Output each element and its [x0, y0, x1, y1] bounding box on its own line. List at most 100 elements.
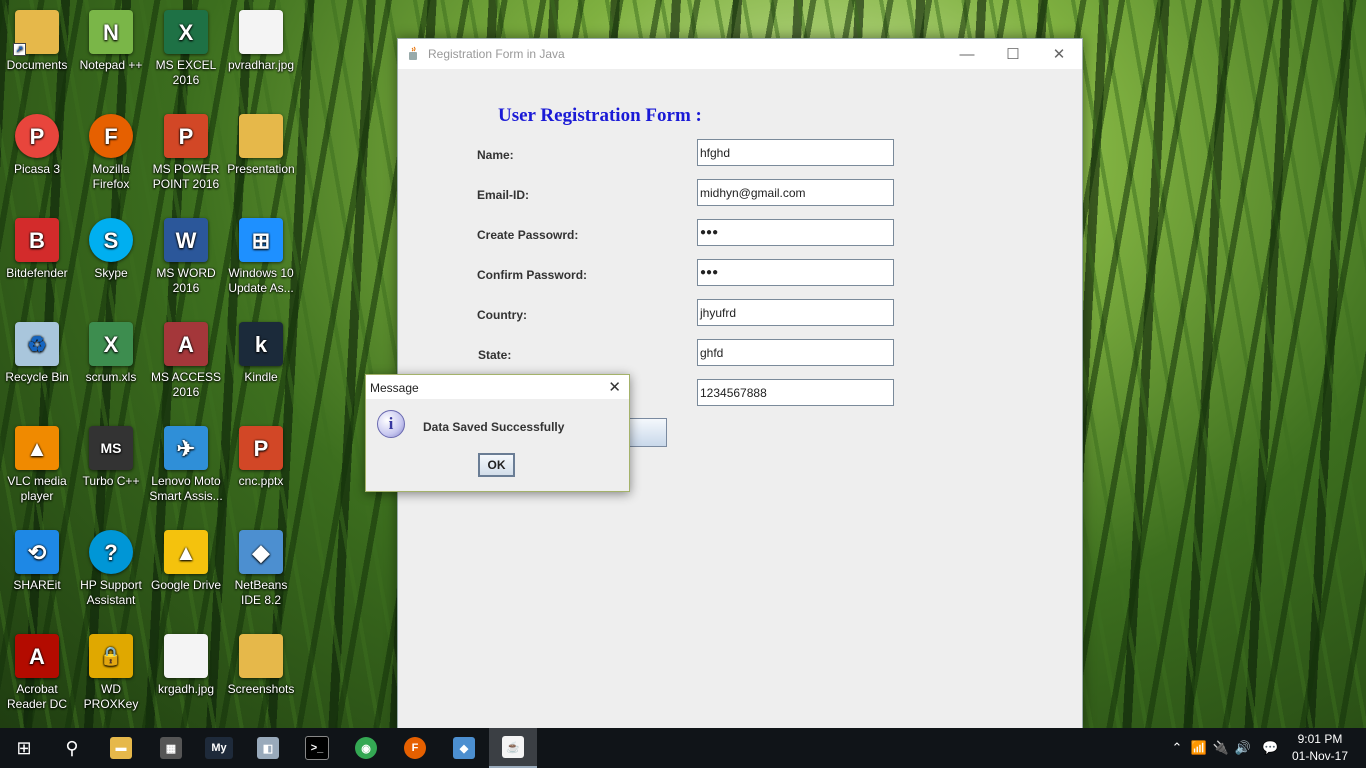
vlc-icon: ▲ [15, 426, 59, 470]
desktop-icon-netbeans[interactable]: ◆ NetBeans IDE 8.2 [223, 530, 299, 608]
desktop-icon-kindle[interactable]: k Kindle [223, 322, 299, 385]
name-field[interactable]: hfghd [697, 139, 894, 166]
desktop-icon-powerpoint[interactable]: P MS POWER POINT 2016 [148, 114, 224, 192]
kindle-icon: k [239, 322, 283, 366]
taskbar-netbeans[interactable]: ◆ [440, 728, 488, 768]
desktop-icon-screenshots[interactable]: Screenshots [223, 634, 299, 697]
netbeans-icon: ◆ [453, 737, 475, 759]
turbo-c-icon: MS [89, 426, 133, 470]
file-explorer-icon: ▬ [110, 737, 132, 759]
picasa-icon: P [15, 114, 59, 158]
recycle-bin-icon: ♻ [15, 322, 59, 366]
search-button[interactable]: ⚲ [48, 728, 96, 768]
folder-icon [239, 114, 283, 158]
image-file-icon [164, 634, 208, 678]
java-cup-icon: ☕ [502, 736, 524, 758]
volume-icon[interactable]: 🔊 [1232, 740, 1254, 756]
taskbar: ⊞ ⚲ ▬ ▦ My ◧ >_ ◉ F ◆ ☕ ⌃ 📶 🔌 🔊 💬 9:01 P… [0, 728, 1366, 768]
image-file-icon [239, 10, 283, 54]
powerpoint-icon: P [164, 114, 208, 158]
taskbar-command-prompt[interactable]: >_ [293, 728, 341, 768]
firefox-icon: F [404, 737, 426, 759]
state-label: State: [478, 348, 512, 362]
desktop-icon-presentation[interactable]: Presentation [223, 114, 299, 177]
desktop-icon-firefox[interactable]: F Mozilla Firefox [73, 114, 149, 192]
desktop-icon-cnc[interactable]: P cnc.pptx [223, 426, 299, 489]
dialog-message: Data Saved Successfully [423, 420, 565, 434]
system-tray: ⌃ 📶 🔌 🔊 [1166, 728, 1254, 768]
taskbar-java[interactable]: ☕ [489, 728, 537, 768]
state-field[interactable]: ghfd [697, 339, 894, 366]
netbeans-icon: ◆ [239, 530, 283, 574]
minimize-button[interactable]: — [944, 39, 990, 69]
desktop-icon-krgadh[interactable]: krgadh.jpg [148, 634, 224, 697]
chrome-icon: ◉ [355, 737, 377, 759]
clock[interactable]: 9:01 PM 01-Nov-17 [1292, 731, 1348, 765]
folder-icon: ↗ [13, 10, 59, 56]
country-label: Country: [477, 308, 527, 322]
clock-time: 9:01 PM [1297, 732, 1343, 746]
taskbar-app[interactable]: ◧ [244, 728, 292, 768]
name-label: Name: [477, 148, 514, 162]
desktop-icon-lenovo-moto[interactable]: ✈ Lenovo Moto Smart Assis... [148, 426, 224, 504]
message-dialog: Message ✕ i Data Saved Successfully OK [365, 374, 630, 492]
app-icon: ◧ [257, 737, 279, 759]
maximize-button[interactable]: ☐ [990, 39, 1036, 69]
desktop-icon-proxkey[interactable]: 🔒 WD PROXKey [73, 634, 149, 712]
mysql-icon: My [205, 737, 233, 759]
taskbar-calculator[interactable]: ▦ [147, 728, 195, 768]
desktop-icon-picasa[interactable]: P Picasa 3 [0, 114, 75, 177]
start-button[interactable]: ⊞ [0, 728, 48, 768]
desktop-icon-windows-update[interactable]: ⊞ Windows 10 Update As... [223, 218, 299, 296]
dialog-close-button[interactable]: ✕ [608, 378, 621, 396]
skype-icon: S [89, 218, 133, 262]
desktop-icon-pvradhar[interactable]: pvradhar.jpg [223, 10, 299, 73]
lenovo-moto-icon: ✈ [164, 426, 208, 470]
country-field[interactable]: jhyufrd [697, 299, 894, 326]
show-hidden-icons-icon[interactable]: ⌃ [1166, 740, 1188, 756]
window-titlebar[interactable]: Registration Form in Java — ☐ ✕ [398, 39, 1082, 69]
command-prompt-icon: >_ [305, 736, 329, 760]
desktop-icon-word[interactable]: W MS WORD 2016 [148, 218, 224, 296]
pptx-file-icon: P [239, 426, 283, 470]
taskbar-mysql[interactable]: My [195, 728, 243, 768]
desktop-icon-turbo-c[interactable]: MS Turbo C++ [73, 426, 149, 489]
firefox-icon: F [89, 114, 133, 158]
desktop-icon-vlc[interactable]: ▲ VLC media player [0, 426, 75, 504]
shareit-icon: ⟲ [15, 530, 59, 574]
desktop-icon-acrobat[interactable]: A Acrobat Reader DC [0, 634, 75, 712]
desktop-icon-hp-support[interactable]: ? HP Support Assistant [73, 530, 149, 608]
desktop-icon-google-drive[interactable]: ▲ Google Drive [148, 530, 224, 593]
calculator-icon: ▦ [160, 737, 182, 759]
desktop-icon-notepad[interactable]: N Notepad ++ [73, 10, 149, 73]
access-icon: A [164, 322, 208, 366]
clock-date: 01-Nov-17 [1291, 749, 1348, 763]
google-drive-icon: ▲ [164, 530, 208, 574]
desktop-icon-bitdefender[interactable]: B Bitdefender [0, 218, 75, 281]
desktop-icon-documents[interactable]: ↗ Documents [0, 10, 75, 73]
taskbar-firefox[interactable]: F [391, 728, 439, 768]
desktop-icon-access[interactable]: A MS ACCESS 2016 [148, 322, 224, 400]
close-button[interactable]: ✕ [1036, 39, 1082, 69]
confirm-password-label: Confirm Password: [477, 268, 588, 282]
desktop-icon-recycle-bin[interactable]: ♻ Recycle Bin [0, 322, 75, 385]
action-center-icon[interactable]: 💬 [1262, 728, 1278, 768]
notepad-icon: N [89, 10, 133, 54]
desktop-icon-skype[interactable]: S Skype [73, 218, 149, 281]
dialog-titlebar[interactable]: Message ✕ [366, 375, 629, 399]
email-field[interactable]: midhyn@gmail.com [697, 179, 894, 206]
create-password-field[interactable]: ●●● [697, 219, 894, 246]
windows-logo-icon: ⊞ [16, 737, 32, 758]
info-icon: i [377, 410, 405, 438]
windows-update-icon: ⊞ [239, 218, 283, 262]
desktop-icon-excel[interactable]: X MS EXCEL 2016 [148, 10, 224, 88]
desktop-icon-shareit[interactable]: ⟲ SHAREit [0, 530, 75, 593]
phone-field[interactable]: 1234567888 [697, 379, 894, 406]
confirm-password-field[interactable]: ●●● [697, 259, 894, 286]
wifi-icon[interactable]: 📶 [1188, 740, 1210, 756]
battery-icon[interactable]: 🔌 [1210, 740, 1232, 756]
taskbar-file-explorer[interactable]: ▬ [97, 728, 145, 768]
taskbar-chrome[interactable]: ◉ [342, 728, 390, 768]
desktop-icon-scrum[interactable]: X scrum.xls [73, 322, 149, 385]
ok-button[interactable]: OK [478, 453, 515, 477]
